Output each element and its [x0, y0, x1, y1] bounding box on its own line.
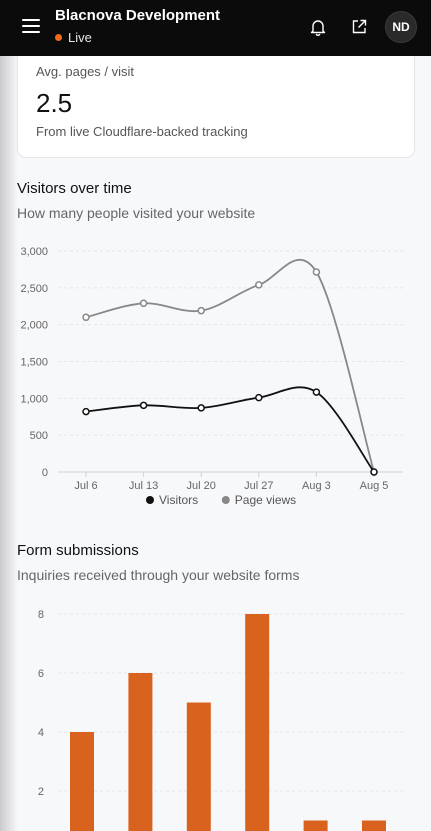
y-tick-label: 2,000 [20, 320, 48, 332]
bar [245, 614, 270, 831]
bar [128, 673, 153, 831]
app-title: Blacnova Development [55, 7, 221, 24]
data-point [82, 313, 90, 322]
status-dot [55, 34, 62, 41]
y-tick-label: 2 [38, 786, 44, 798]
y-tick-label: 1,500 [20, 357, 48, 369]
external-link-icon[interactable] [349, 17, 369, 37]
forms-subtitle: Inquiries received through your website … [17, 567, 300, 583]
data-point [255, 281, 263, 289]
form-submissions-bar-chart: 8 6 4 2 [38, 609, 403, 831]
data-point [197, 306, 205, 315]
bar [70, 732, 94, 831]
series-line-page-views [85, 258, 375, 473]
visitors-subtitle: How many people visited your website [17, 205, 256, 221]
stat-value: 2.5 [36, 88, 73, 118]
y-tick-label: 1,000 [20, 393, 48, 405]
legend-marker [221, 496, 230, 504]
forms-title: Form submissions [17, 542, 139, 559]
status-indicator: Live [55, 30, 92, 45]
data-point [139, 401, 148, 410]
data-point [82, 407, 90, 416]
x-tick-label: Aug 5 [360, 480, 389, 492]
bar [362, 820, 386, 831]
visitors-line-chart: 3,000 2,500 2,000 1,500 1,000 500 0 Jul 6 Jul 13… [20, 246, 403, 507]
legend-label: Page views [235, 493, 296, 507]
y-tick-label: 2,500 [20, 283, 48, 295]
y-tick-label: 500 [30, 430, 48, 442]
x-tick-label: Jul 27 [244, 480, 273, 492]
top-bar: Blacnova Development Live ND [0, 0, 431, 56]
visitors-title: Visitors over time [17, 180, 132, 197]
bar [186, 702, 211, 831]
x-tick-label: Jul 20 [187, 480, 216, 492]
y-tick-label: 4 [38, 727, 44, 739]
bell-icon[interactable] [308, 17, 328, 37]
y-tick-label: 6 [38, 668, 44, 680]
menu-icon[interactable] [22, 19, 40, 35]
data-point [312, 268, 321, 276]
legend-label: Visitors [159, 493, 198, 507]
x-tick-label: Aug 3 [302, 480, 331, 492]
data-point [139, 299, 148, 308]
stat-card: Avg. pages / visit 2.5 From live Cloudfl… [17, 40, 415, 158]
stat-label: Avg. pages / visit [36, 64, 135, 79]
x-tick-label: Jul 13 [129, 480, 158, 492]
status-label: Live [68, 30, 92, 45]
data-point [312, 388, 321, 396]
y-tick-label: 8 [38, 609, 44, 621]
x-tick-label: Jul 6 [74, 480, 97, 492]
data-point [255, 393, 263, 402]
series-line-visitors [85, 386, 375, 473]
y-tick-label: 0 [42, 467, 48, 479]
y-tick-label: 3,000 [20, 246, 48, 258]
bar [303, 820, 328, 831]
avatar[interactable]: ND [385, 11, 417, 43]
data-point [197, 404, 205, 412]
legend-marker [146, 496, 154, 504]
stat-subtitle: From live Cloudflare-backed tracking [36, 124, 248, 139]
data-point [370, 468, 378, 476]
